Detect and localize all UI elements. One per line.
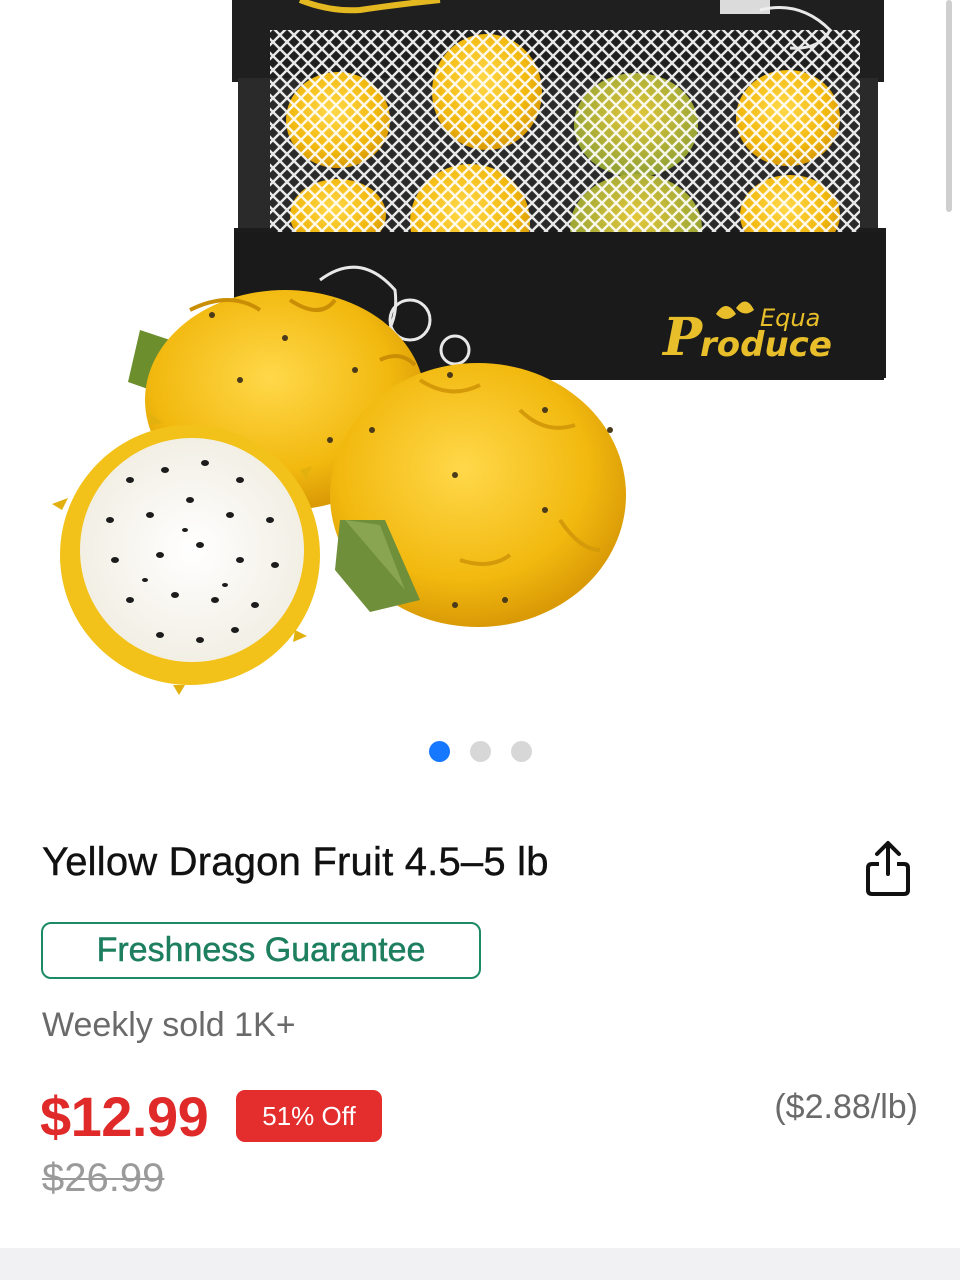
discount-label: 51% Off [262,1100,356,1131]
svg-text:P: P [661,307,704,368]
page-scrollbar[interactable] [946,0,952,212]
whole-fruit-front [330,363,626,627]
section-divider [0,1248,960,1280]
discount-badge: 51% Off [236,1090,382,1142]
product-image-carousel[interactable]: P roduce Equa [0,0,960,720]
svg-text:Equa: Equa [760,304,820,332]
carousel-dot-2[interactable] [469,741,491,762]
freshness-guarantee-badge[interactable]: Freshness Guarantee [41,922,481,979]
share-icon [866,841,910,896]
carousel-dot-1[interactable] [428,741,450,762]
badge-label: Freshness Guarantee [96,931,426,970]
carousel-dot-3[interactable] [510,741,532,762]
original-price: $26.99 [42,1156,165,1200]
carousel-indicator [0,741,960,763]
product-title: Yellow Dragon Fruit 4.5–5 lb [42,840,549,884]
brand-logo: P roduce Equa [661,301,832,368]
current-price: $12.99 [40,1085,209,1148]
weekly-sold-text: Weekly sold 1K+ [42,1006,296,1044]
product-photo: P roduce Equa [52,0,886,695]
share-button[interactable] [862,838,914,900]
unit-price: ($2.88/lb) [774,1088,918,1126]
